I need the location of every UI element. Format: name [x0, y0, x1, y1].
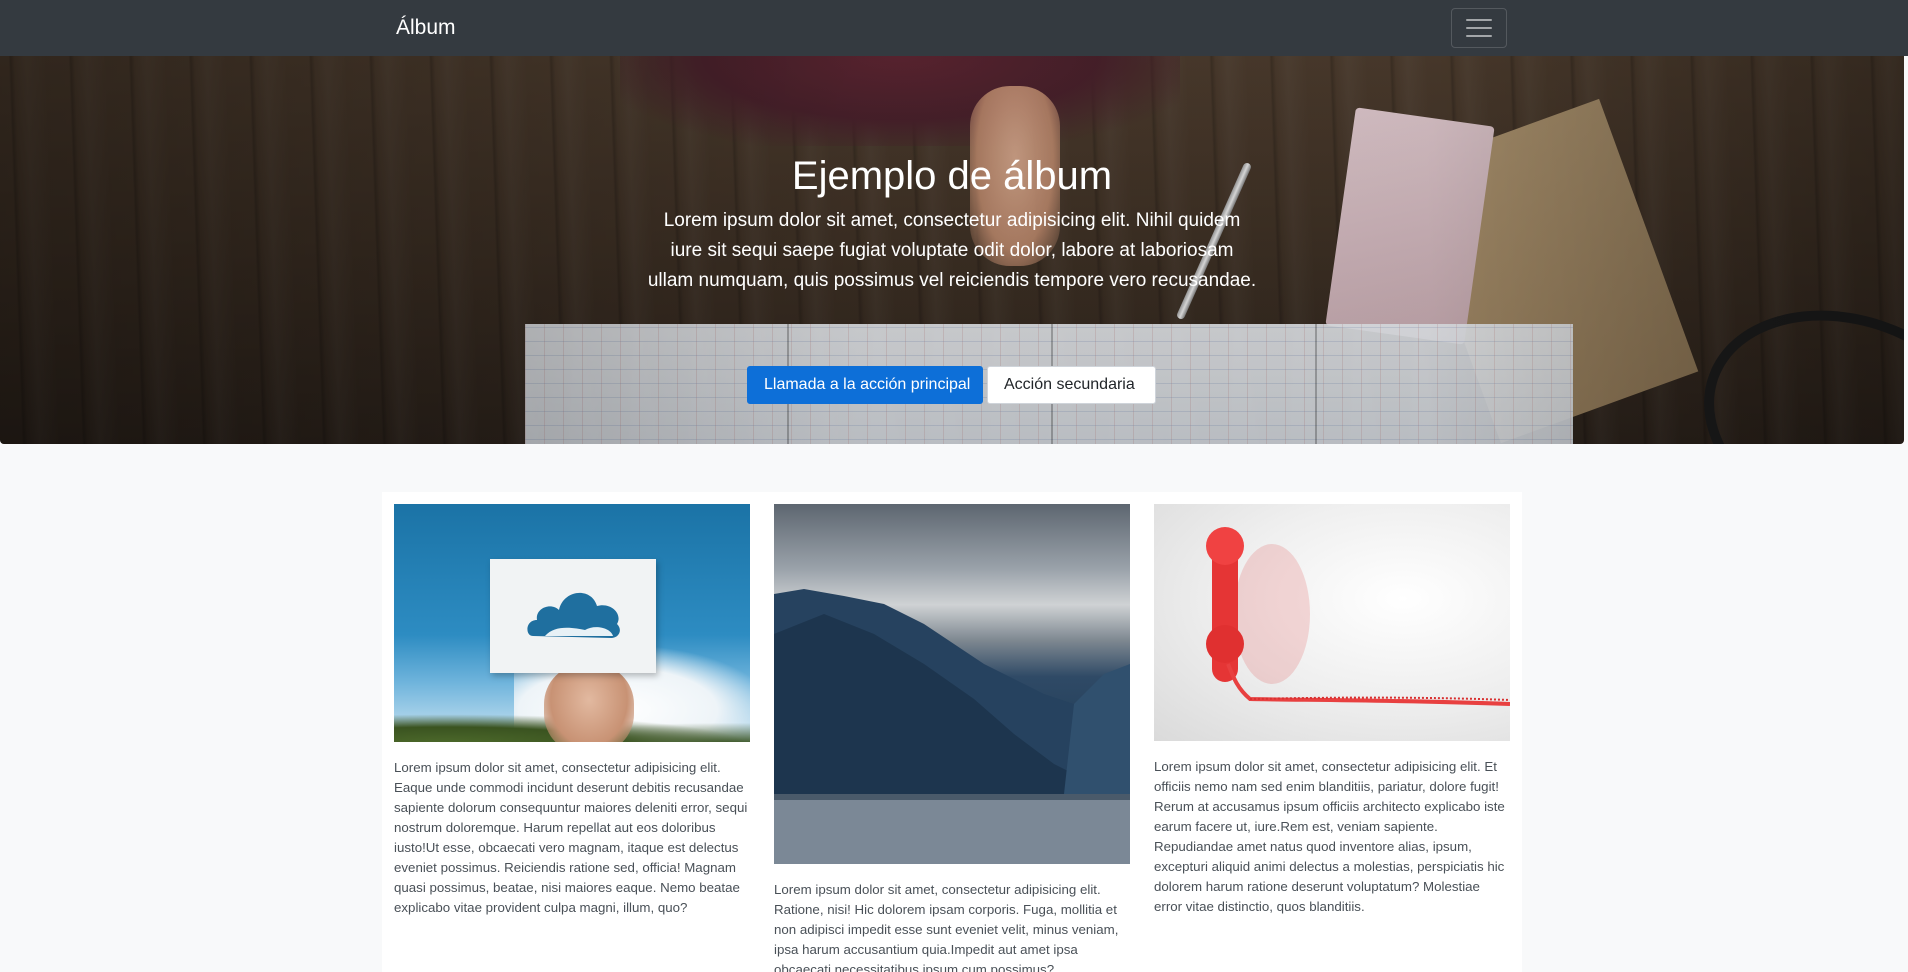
primary-action-button[interactable]: Llamada a la acción principal	[747, 366, 983, 404]
card-text: Lorem ipsum dolor sit amet, consectetur …	[774, 882, 1119, 972]
hero-title: Ejemplo de álbum	[791, 154, 1113, 198]
hamburger-menu-icon	[1466, 16, 1492, 40]
card-text: Lorem ipsum dolor sit amet, consectetur …	[394, 760, 748, 915]
album-card: Lorem ipsum dolor sit amet, consectetur …	[394, 504, 750, 918]
album-grid: Lorem ipsum dolor sit amet, consectetur …	[382, 492, 1522, 972]
navbar: Álbum	[0, 0, 1908, 56]
card-text: Lorem ipsum dolor sit amet, consectetur …	[1154, 759, 1505, 914]
mountain-fjord-photo	[774, 504, 1130, 864]
album-card: Lorem ipsum dolor sit amet, consectetur …	[1154, 504, 1510, 917]
cloud-cutout-photo	[394, 504, 750, 742]
red-telephone-photo	[1154, 504, 1510, 741]
navbar-toggler-button[interactable]	[1451, 8, 1507, 48]
brand-link[interactable]: Álbum	[396, 14, 456, 42]
album-card: Lorem ipsum dolor sit amet, consectetur …	[774, 504, 1130, 972]
hero-jumbotron: Ejemplo de álbum Lorem ipsum dolor sit a…	[0, 56, 1904, 444]
hero-lead-text: Lorem ipsum dolor sit amet, consectetur …	[647, 210, 1257, 291]
secondary-action-button[interactable]: Acción secundaria	[987, 366, 1156, 404]
